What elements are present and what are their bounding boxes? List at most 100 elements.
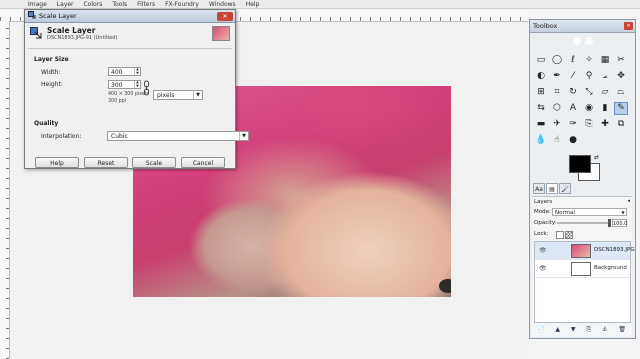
scissors-select-icon[interactable]: ✂	[614, 54, 628, 67]
mode-row: Mode: Normal ▼	[532, 207, 632, 218]
rect-select-icon[interactable]: ▭	[534, 54, 548, 67]
perspective-clone-icon[interactable]: ⧉	[614, 118, 628, 131]
align-icon[interactable]: ⊞	[534, 86, 548, 99]
blur-icon[interactable]: 💧	[534, 134, 548, 147]
unit-dropdown[interactable]: pixels ▼	[153, 90, 203, 100]
zoom-icon[interactable]: ⚲	[582, 70, 596, 83]
perspective-icon[interactable]: ⏢	[614, 86, 628, 99]
help-button[interactable]: Help	[35, 157, 79, 168]
free-select-icon[interactable]: ℓ	[566, 54, 580, 67]
crop-icon[interactable]: ⌗	[550, 86, 564, 99]
interpolation-value: Cubic	[111, 133, 128, 140]
tab-layers[interactable]: ▤	[546, 183, 558, 194]
panel-menu-icon[interactable]: ◂	[627, 198, 630, 204]
layers-button-bar: 📄 ▲ ▼ ⎘ ⚓ 🗑	[534, 325, 629, 335]
foreground-color-swatch[interactable]	[569, 155, 591, 173]
list-item[interactable]: 👁 DSCN1893.JPG	[535, 242, 635, 260]
bucket-fill-icon[interactable]: ◉	[582, 102, 596, 115]
list-item[interactable]: 👁 Background	[535, 260, 630, 278]
layer-thumbnail	[571, 262, 591, 276]
heal-icon[interactable]: ✚	[598, 118, 612, 131]
opacity-row: Opacity: 100.0	[532, 218, 632, 229]
scale-layer-dialog: Scale Layer ✕ Scale Layer DSCN1893.JPG-9…	[24, 9, 249, 169]
lower-layer-icon[interactable]: ▼	[571, 325, 576, 335]
shear-icon[interactable]: ▱	[598, 86, 612, 99]
menu-item[interactable]: Filters	[137, 0, 155, 8]
layer-thumbnail	[212, 26, 230, 41]
height-input[interactable]: 300 ▲ ▼	[108, 80, 141, 89]
dialog-titlebar[interactable]: Scale Layer ✕	[25, 10, 235, 23]
menu-item[interactable]: Help	[246, 0, 260, 8]
eye-icon[interactable]: 👁	[539, 265, 547, 272]
color-picker-icon[interactable]: ⁄	[566, 70, 580, 83]
reset-button[interactable]: Reset	[84, 157, 128, 168]
vertical-ruler	[0, 21, 10, 359]
blend-icon[interactable]: ▮	[598, 102, 612, 115]
anchor-layer-icon[interactable]: ⚓	[602, 325, 607, 335]
divider	[28, 48, 232, 49]
color-select-icon[interactable]: ▦	[598, 54, 612, 67]
menu-item[interactable]: Image	[28, 0, 47, 8]
opacity-value[interactable]: 100.0	[612, 219, 627, 227]
rotate-icon[interactable]: ↻	[566, 86, 580, 99]
layers-title: Layers	[534, 199, 553, 205]
ink-icon[interactable]: ✑	[566, 118, 580, 131]
toolbox-titlebar[interactable]: Toolbox ✕	[530, 20, 635, 33]
move-icon[interactable]: ✥	[614, 70, 628, 83]
foreground-select-icon[interactable]: ◐	[534, 70, 548, 83]
dodge-burn-icon[interactable]: ●	[566, 134, 580, 147]
delete-layer-icon[interactable]: 🗑	[618, 325, 626, 335]
menu-item[interactable]: Layer	[57, 0, 74, 8]
width-input[interactable]: 400 ▲ ▼	[108, 67, 141, 76]
interpolation-dropdown[interactable]: Cubic ▼	[107, 131, 249, 141]
mode-dropdown[interactable]: Normal ▼	[552, 208, 627, 216]
fuzzy-select-icon[interactable]: ✧	[582, 54, 596, 67]
flip-icon[interactable]: ⇆	[534, 102, 548, 115]
lock-pixels-checkbox[interactable]	[556, 231, 564, 239]
tool-grid: ▭ ◯ ℓ ✧ ▦ ✂ ◐ ✒ ⁄ ⚲ ⦟ ✥ ⊞ ⌗ ↻ ⤡ ▱ ⏢ ⇆ ⬡ A ◉ ▮ ✎ ▬ ✈ ✑ ⎘ ✚ ⧉ 💧 ☝ ●	[534, 54, 631, 149]
close-icon[interactable]: ✕	[217, 11, 233, 21]
swap-colors-icon[interactable]: ⇄	[594, 154, 599, 161]
cage-icon[interactable]: ⬡	[550, 102, 564, 115]
wilber-drop-area[interactable]	[530, 33, 635, 51]
width-spin-arrows[interactable]: ▲ ▼	[134, 67, 140, 75]
slider-handle[interactable]	[608, 219, 611, 227]
dialog-title: Scale Layer	[47, 26, 96, 35]
clone-icon[interactable]: ⎘	[582, 118, 596, 131]
duplicate-layer-icon[interactable]: ⎘	[586, 325, 591, 335]
height-spin-arrows[interactable]: ▲ ▼	[134, 80, 140, 88]
airbrush-icon[interactable]: ✈	[550, 118, 564, 131]
menu-item[interactable]: FX-Foundry	[165, 0, 199, 8]
scale-button[interactable]: Scale	[132, 157, 176, 168]
tab-fonts[interactable]: Aa	[533, 183, 545, 194]
new-layer-icon[interactable]: 📄	[537, 325, 544, 335]
lock-row: Lock:	[532, 229, 632, 240]
menu-item[interactable]: Colors	[84, 0, 103, 8]
tab-brushes[interactable]: 🖌	[559, 183, 571, 194]
layers-header: Layers ◂	[532, 197, 632, 207]
photo-detail	[439, 279, 451, 293]
smudge-icon[interactable]: ☝	[550, 134, 564, 147]
close-icon[interactable]: ✕	[624, 22, 633, 30]
scale-icon[interactable]: ⤡	[582, 86, 596, 99]
unit-value: pixels	[157, 92, 175, 99]
dialog-subtitle: DSCN1893.JPG-91 (Untitled)	[47, 35, 118, 41]
eye-icon[interactable]: 👁	[539, 247, 547, 254]
eraser-icon[interactable]: ▬	[534, 118, 548, 131]
pencil-icon[interactable]: ✎	[614, 102, 628, 115]
menu-item[interactable]: Windows	[209, 0, 236, 8]
ellipse-select-icon[interactable]: ◯	[550, 54, 564, 67]
paths-icon[interactable]: ✒	[550, 70, 564, 83]
lock-alpha-icon[interactable]	[565, 231, 573, 239]
menu-item[interactable]: Tools	[112, 0, 127, 8]
height-value: 300	[111, 82, 123, 89]
chevron-down-icon: ▼	[193, 91, 202, 99]
text-icon[interactable]: A	[566, 102, 580, 115]
chevron-down-icon: ▼	[621, 210, 625, 215]
measure-icon[interactable]: ⦟	[598, 70, 612, 83]
opacity-slider[interactable]	[557, 219, 611, 227]
raise-layer-icon[interactable]: ▲	[555, 325, 560, 335]
menubar: Image Layer Colors Tools Filters FX-Foundry Wi…	[0, 0, 640, 9]
size-info: 400 × 300 pixels	[108, 92, 149, 97]
cancel-button[interactable]: Cancel	[181, 157, 225, 168]
